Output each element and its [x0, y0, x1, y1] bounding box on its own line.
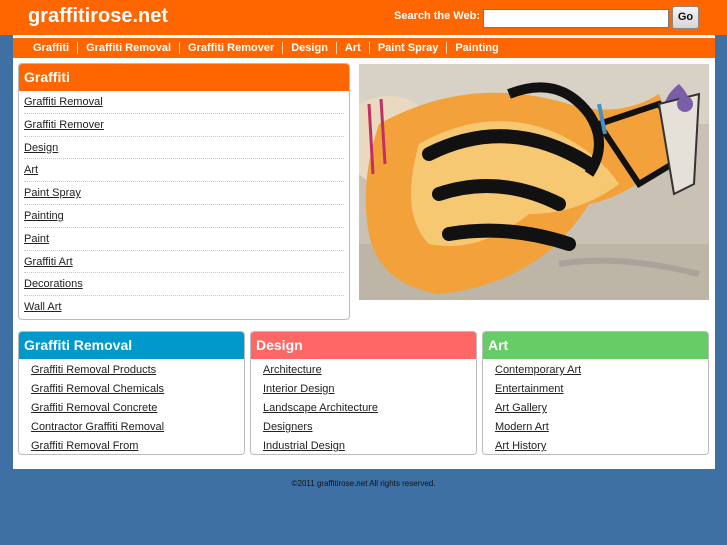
list-item: Entertainment: [495, 380, 708, 399]
box-link[interactable]: Art History: [495, 440, 546, 452]
nav-item-painting[interactable]: Painting: [446, 42, 506, 54]
search-input[interactable]: [483, 9, 669, 28]
search-label: Search the Web:: [394, 10, 480, 22]
graffiti-removal-box: Graffiti Removal Graffiti Removal Produc…: [18, 331, 245, 455]
list-item: Contemporary Art: [495, 361, 708, 380]
list-item: Graffiti Removal From: [31, 437, 244, 454]
list-item: Interior Design: [263, 380, 476, 399]
list-item: Graffiti Removal Chemicals: [31, 380, 244, 399]
nav-item-graffiti[interactable]: Graffiti: [26, 42, 77, 54]
box-link[interactable]: Designers: [263, 421, 313, 433]
box-list: Architecture Interior Design Landscape A…: [251, 359, 476, 454]
graffiti-hero-image: [359, 64, 709, 300]
box-link[interactable]: Graffiti Removal From: [31, 440, 138, 452]
box-link[interactable]: Graffiti Removal Concrete: [31, 402, 157, 414]
list-item: Wall Art: [24, 296, 344, 319]
list-item: Architecture: [263, 361, 476, 380]
list-item: Graffiti Removal: [24, 91, 344, 114]
list-item: Paint Spray: [24, 182, 344, 205]
nav-item-graffiti-remover[interactable]: Graffiti Remover: [179, 42, 282, 54]
sidebar-link[interactable]: Graffiti Remover: [24, 119, 104, 131]
list-item: Modern Art: [495, 418, 708, 437]
sidebar-link[interactable]: Design: [24, 142, 58, 154]
sidebar-title: Graffiti: [19, 64, 349, 91]
sidebar-link[interactable]: Paint: [24, 233, 49, 245]
site-logo[interactable]: graffitirose.net: [28, 5, 168, 28]
sidebar-link[interactable]: Painting: [24, 210, 64, 222]
box-link[interactable]: Art Gallery: [495, 402, 547, 414]
go-button[interactable]: Go: [672, 6, 699, 29]
site-header: graffitirose.net Search the Web: Go: [0, 0, 727, 35]
list-item: Industrial Design: [263, 437, 476, 454]
sidebar-link[interactable]: Graffiti Removal: [24, 96, 103, 108]
nav-item-paint-spray[interactable]: Paint Spray: [368, 42, 447, 54]
sidebar-list: Graffiti Removal Graffiti Remover Design…: [19, 91, 349, 319]
list-item: Art: [24, 159, 344, 183]
box-title: Graffiti Removal: [19, 332, 244, 359]
box-title: Design: [251, 332, 476, 359]
box-link[interactable]: Entertainment: [495, 383, 563, 395]
page-container: Graffiti Graffiti Removal Graffiti Remov…: [13, 35, 715, 469]
graffiti-artwork-icon: [359, 64, 709, 300]
nav-item-design[interactable]: Design: [282, 42, 336, 54]
box-link[interactable]: Contractor Graffiti Removal: [31, 421, 164, 433]
box-link[interactable]: Contemporary Art: [495, 364, 581, 376]
footer-copyright: ©2011 graffitirose.net All rights reserv…: [291, 479, 436, 488]
nav-item-art[interactable]: Art: [335, 42, 369, 54]
list-item: Graffiti Removal Concrete: [31, 399, 244, 418]
sidebar-link[interactable]: Art: [24, 164, 38, 176]
nav-item-graffiti-removal[interactable]: Graffiti Removal: [77, 42, 179, 54]
list-item: Decorations: [24, 273, 344, 297]
sidebar-link[interactable]: Decorations: [24, 278, 83, 290]
box-link[interactable]: Interior Design: [263, 383, 335, 395]
box-list: Contemporary Art Entertainment Art Galle…: [483, 359, 708, 454]
list-item: Art History: [495, 437, 708, 454]
box-link[interactable]: Graffiti Removal Chemicals: [31, 383, 164, 395]
list-item: Designers: [263, 418, 476, 437]
sidebar-link[interactable]: Graffiti Art: [24, 256, 73, 268]
sidebar-box: Graffiti Graffiti Removal Graffiti Remov…: [18, 63, 350, 320]
design-box: Design Architecture Interior Design Land…: [250, 331, 477, 455]
list-item: Graffiti Art: [24, 251, 344, 274]
top-nav: Graffiti Graffiti Removal Graffiti Remov…: [13, 38, 715, 58]
list-item: Graffiti Remover: [24, 114, 344, 137]
sidebar-link[interactable]: Paint Spray: [24, 187, 81, 199]
list-item: Paint: [24, 228, 344, 251]
list-item: Design: [24, 137, 344, 160]
list-item: Graffiti Removal Products: [31, 361, 244, 380]
list-item: Landscape Architecture: [263, 399, 476, 418]
box-link[interactable]: Landscape Architecture: [263, 402, 378, 414]
box-list: Graffiti Removal Products Graffiti Remov…: [19, 359, 244, 454]
list-item: Painting: [24, 205, 344, 228]
box-title: Art: [483, 332, 708, 359]
sidebar-link[interactable]: Wall Art: [24, 301, 62, 313]
box-link[interactable]: Architecture: [263, 364, 322, 376]
list-item: Art Gallery: [495, 399, 708, 418]
art-box: Art Contemporary Art Entertainment Art G…: [482, 331, 709, 455]
box-link[interactable]: Graffiti Removal Products: [31, 364, 156, 376]
box-link[interactable]: Industrial Design: [263, 440, 345, 452]
list-item: Contractor Graffiti Removal: [31, 418, 244, 437]
box-link[interactable]: Modern Art: [495, 421, 549, 433]
